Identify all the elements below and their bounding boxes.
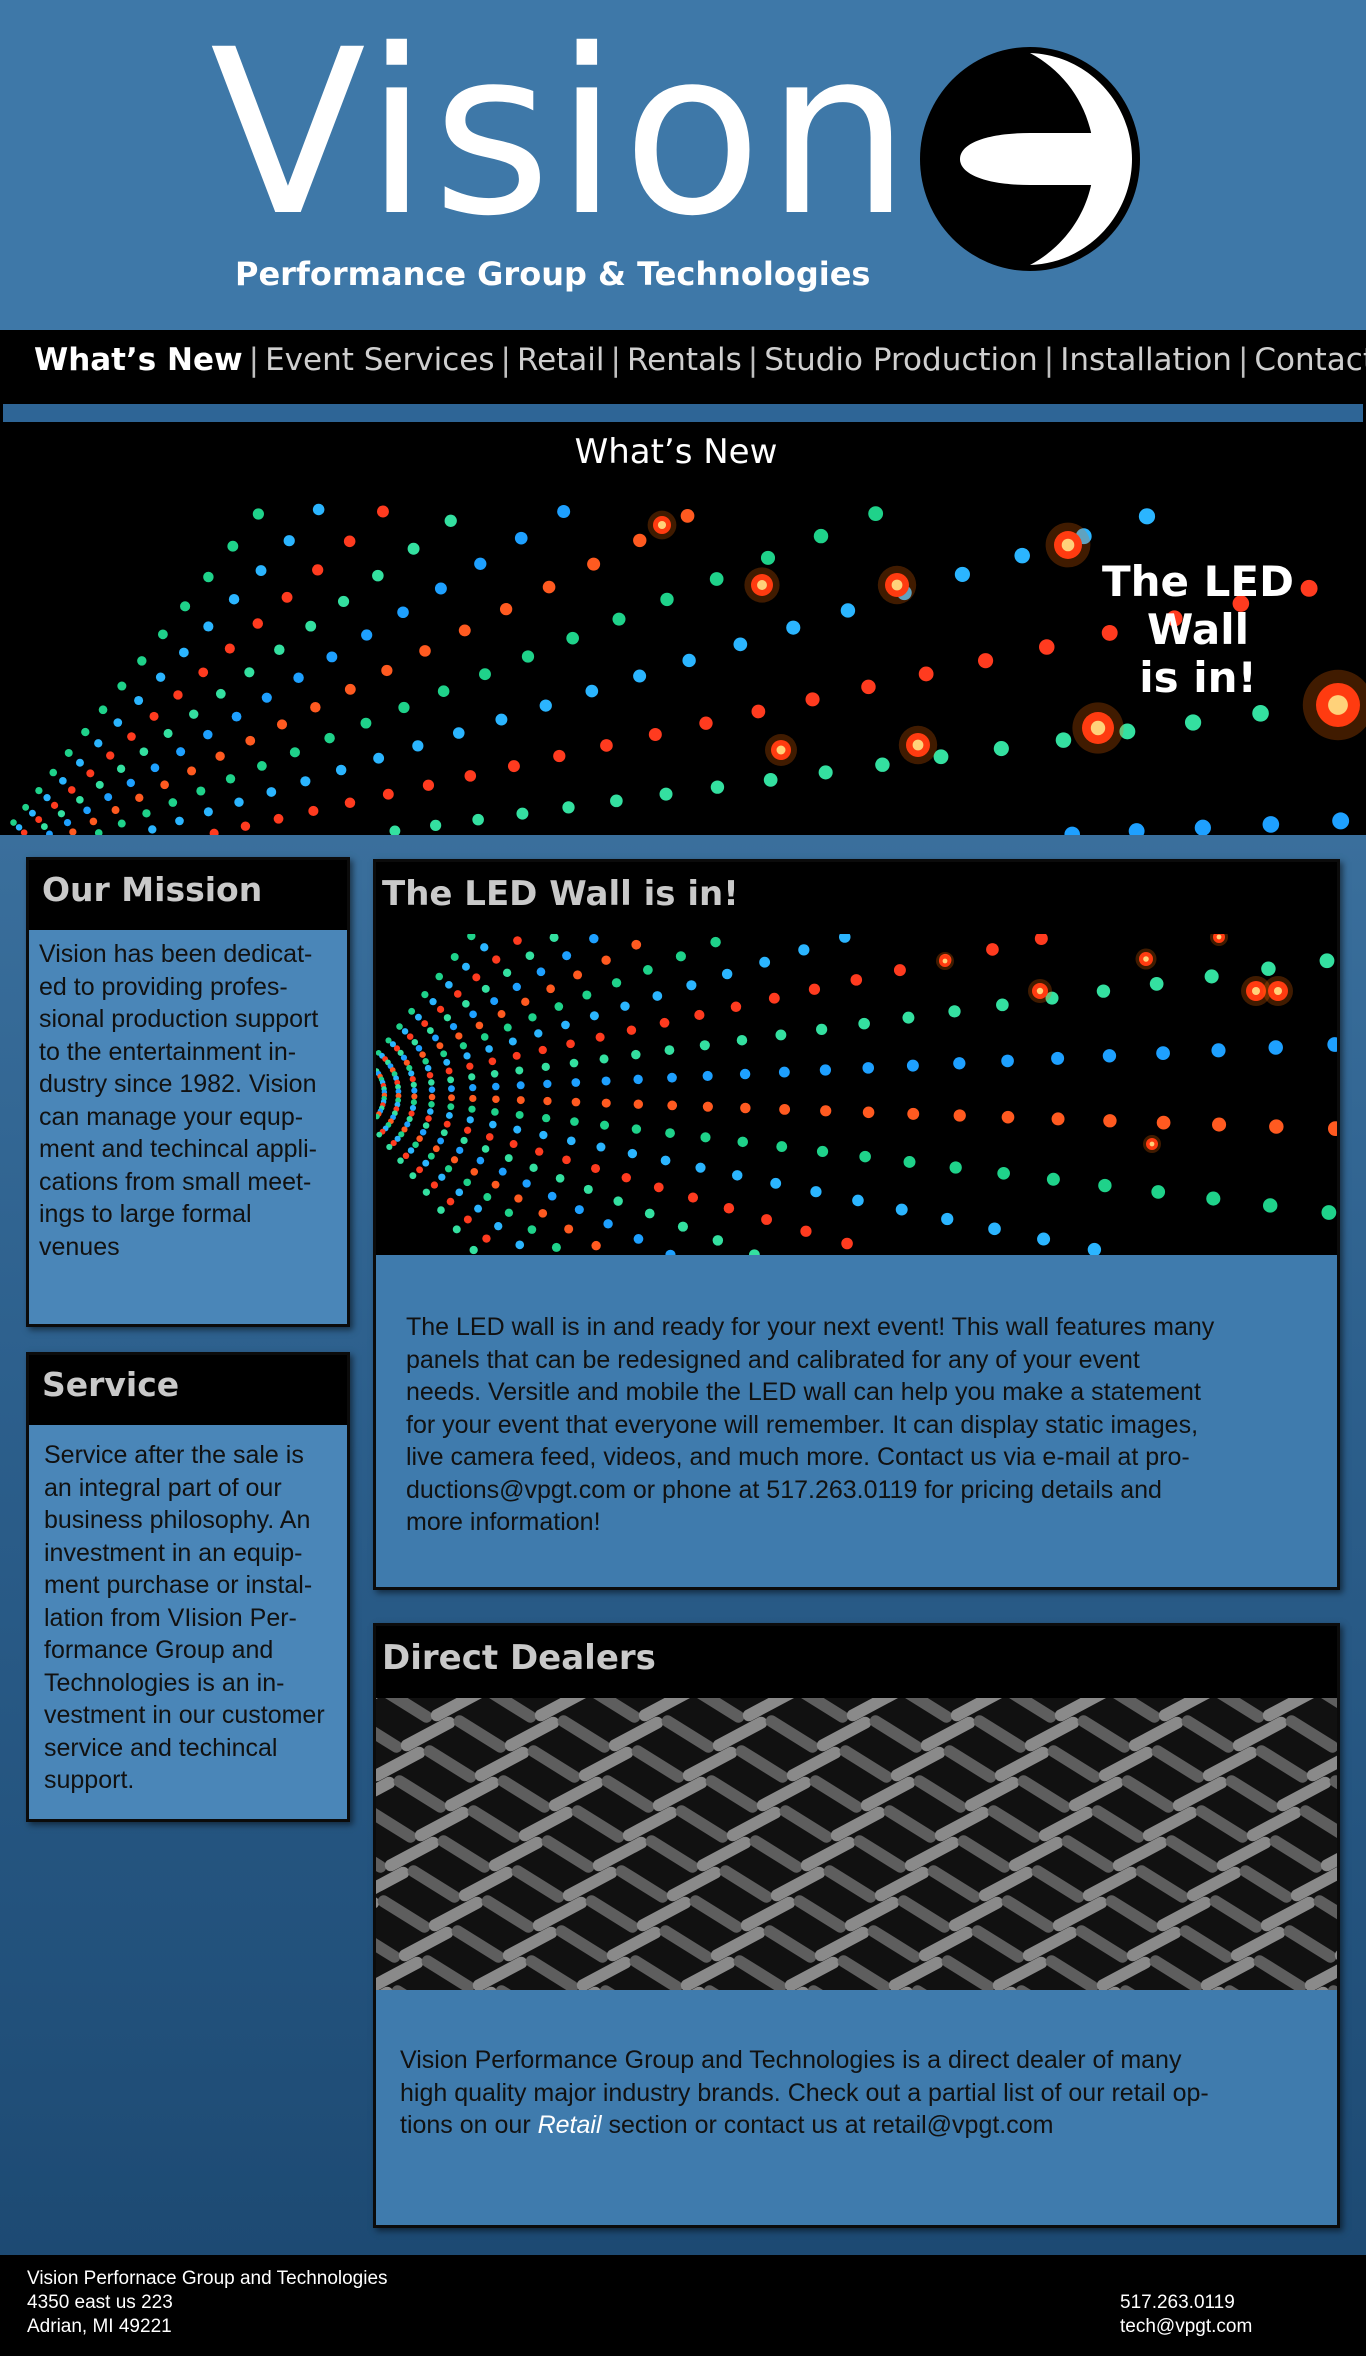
- footer-contact: 517.263.0119 tech@vpgt.com: [1120, 2291, 1252, 2339]
- dealers-text: Vision Performance Group and Technologie…: [376, 1990, 1337, 2142]
- retail-link[interactable]: Retail: [538, 2111, 602, 2139]
- led-wall-title: The LED Wall is in!: [382, 874, 739, 914]
- mission-text-line: sional production support: [39, 1005, 319, 1033]
- nav-separator: |: [248, 342, 260, 378]
- mission-header: Our Mission: [29, 860, 347, 930]
- service-title: Service: [42, 1365, 180, 1404]
- nav-item-installation[interactable]: Installation: [1060, 342, 1232, 378]
- logo-emblem-icon: [920, 47, 1140, 271]
- mission-title: Our Mission: [42, 870, 263, 909]
- mission-text-line: dustry since 1982. Vision: [39, 1070, 317, 1098]
- service-text-line: an integral part of our: [44, 1473, 282, 1502]
- footer-company: Vision Perfornace Group and Technologies: [27, 2268, 388, 2289]
- dealers-text-line: tions on our Retail section or contact u…: [400, 2109, 1317, 2142]
- footer-address: Vision Perfornace Group and Technologies…: [27, 2267, 388, 2339]
- service-text-line: vestment in our customer: [44, 1701, 325, 1729]
- nav-item-what-s-new[interactable]: What’s New: [34, 342, 243, 378]
- led-wall-text-line: live camera feed, videos, and much more.…: [406, 1443, 1190, 1471]
- nav-menu: What’s New | Event Services | Retail | Rentals…: [34, 342, 1366, 378]
- nav-separator: |: [1237, 342, 1249, 378]
- mission-text-line: Vision has been dedicat-: [39, 940, 313, 968]
- dealers-header: Direct Dealers: [376, 1626, 1337, 1698]
- logo-subtitle: Performance Group & Technologies: [235, 255, 871, 293]
- nav-underline: [3, 404, 1363, 422]
- dealers-title: Direct Dealers: [382, 1638, 656, 1678]
- hero-caption-line2: is in!: [1139, 653, 1257, 702]
- led-wall-text-line: more information!: [406, 1508, 601, 1536]
- led-wall-text-line: panels that can be redesigned and calibr…: [406, 1345, 1140, 1374]
- section-title: What’s New: [574, 432, 778, 472]
- led-wall-image: [376, 934, 1337, 1255]
- hero-caption-line1: The LED Wall: [1102, 557, 1294, 654]
- mission-text-line: to the entertainment in-: [39, 1037, 297, 1066]
- service-text-line: investment in an equip-: [44, 1538, 303, 1567]
- nav-item-rentals[interactable]: Rentals: [627, 342, 742, 378]
- nav-separator: |: [610, 342, 621, 378]
- nav-item-retail[interactable]: Retail: [517, 342, 605, 378]
- footer-phone[interactable]: 517.263.0119: [1120, 2291, 1252, 2315]
- mission-box: Our Mission Vision has been dedicat-ed t…: [26, 857, 350, 1327]
- service-text-line: support.: [44, 1766, 135, 1794]
- led-wall-text-line: The LED wall is in and ready for your ne…: [406, 1313, 1215, 1341]
- led-wall-text-line: for your event that everyone will rememb…: [406, 1410, 1199, 1439]
- nav-item-event-services[interactable]: Event Services: [265, 342, 494, 378]
- led-wall-text-line: ductions@vpgt.com or phone at 517.263.01…: [406, 1475, 1162, 1504]
- mission-text: Vision has been dedicat-ed to providing …: [29, 930, 347, 1263]
- mesh-grille-image: [376, 1698, 1337, 1990]
- service-text-line: service and techincal: [44, 1733, 278, 1762]
- led-wall-text: The LED wall is in and ready for your ne…: [376, 1255, 1337, 1539]
- dealers-text-line: Vision Performance Group and Technologie…: [400, 2046, 1182, 2074]
- nav-item-contact-us[interactable]: Contact Us: [1254, 342, 1366, 378]
- nav-separator: |: [500, 342, 511, 378]
- site-header: Vision Performance Group & Technologies: [0, 0, 1366, 330]
- mission-text-line: ings to large formal: [39, 1200, 252, 1228]
- footer-city: Adrian, MI 49221: [27, 2316, 172, 2337]
- hero-caption: The LED Wall is in!: [1048, 558, 1348, 702]
- led-wall-panel: The LED Wall is in! The LED wall is in a…: [373, 859, 1340, 1590]
- service-text-line: Technologies is an in-: [44, 1668, 285, 1697]
- mission-text-line: venues: [39, 1232, 120, 1261]
- service-box: Service Service after the sale is an inte…: [26, 1352, 350, 1822]
- footer-email[interactable]: tech@vpgt.com: [1120, 2315, 1252, 2339]
- service-text-line: formance Group and: [44, 1636, 274, 1664]
- service-text-line: ment purchase or instal-: [44, 1571, 313, 1599]
- mission-text-line: ment and techincal appli-: [39, 1135, 317, 1163]
- dealers-text-fragment: section or contact us at retail@vpgt.com: [601, 2111, 1054, 2139]
- nav-item-studio-production[interactable]: Studio Production: [764, 342, 1038, 378]
- service-text-line: business philosophy. An: [44, 1506, 311, 1534]
- service-text-line: lation from VIision Per-: [44, 1603, 297, 1632]
- mission-text-line: cations from small meet-: [39, 1167, 312, 1196]
- dealers-text-line: high quality major industry brands. Chec…: [400, 2078, 1209, 2107]
- dealers-panel: Direct Dealers Vision Performance Group …: [373, 1623, 1340, 2228]
- service-header: Service: [29, 1355, 347, 1425]
- service-text: Service after the sale is an integral par…: [29, 1425, 347, 1797]
- led-wall-header: The LED Wall is in!: [376, 862, 1337, 934]
- nav-separator: |: [747, 342, 759, 378]
- service-text-line: Service after the sale is: [44, 1441, 304, 1469]
- nav-separator: |: [1043, 342, 1055, 378]
- mission-text-line: ed to providing profes-: [39, 972, 288, 1001]
- site-footer: Vision Perfornace Group and Technologies…: [0, 2255, 1366, 2356]
- mission-text-line: can manage your equp-: [39, 1102, 304, 1131]
- led-wall-text-line: needs. Versitle and mobile the LED wall …: [406, 1378, 1201, 1406]
- dealers-text-fragment: tions on our: [400, 2111, 538, 2139]
- logo-wordmark: Vision: [210, 0, 915, 266]
- footer-street: 4350 east us 223: [27, 2292, 173, 2313]
